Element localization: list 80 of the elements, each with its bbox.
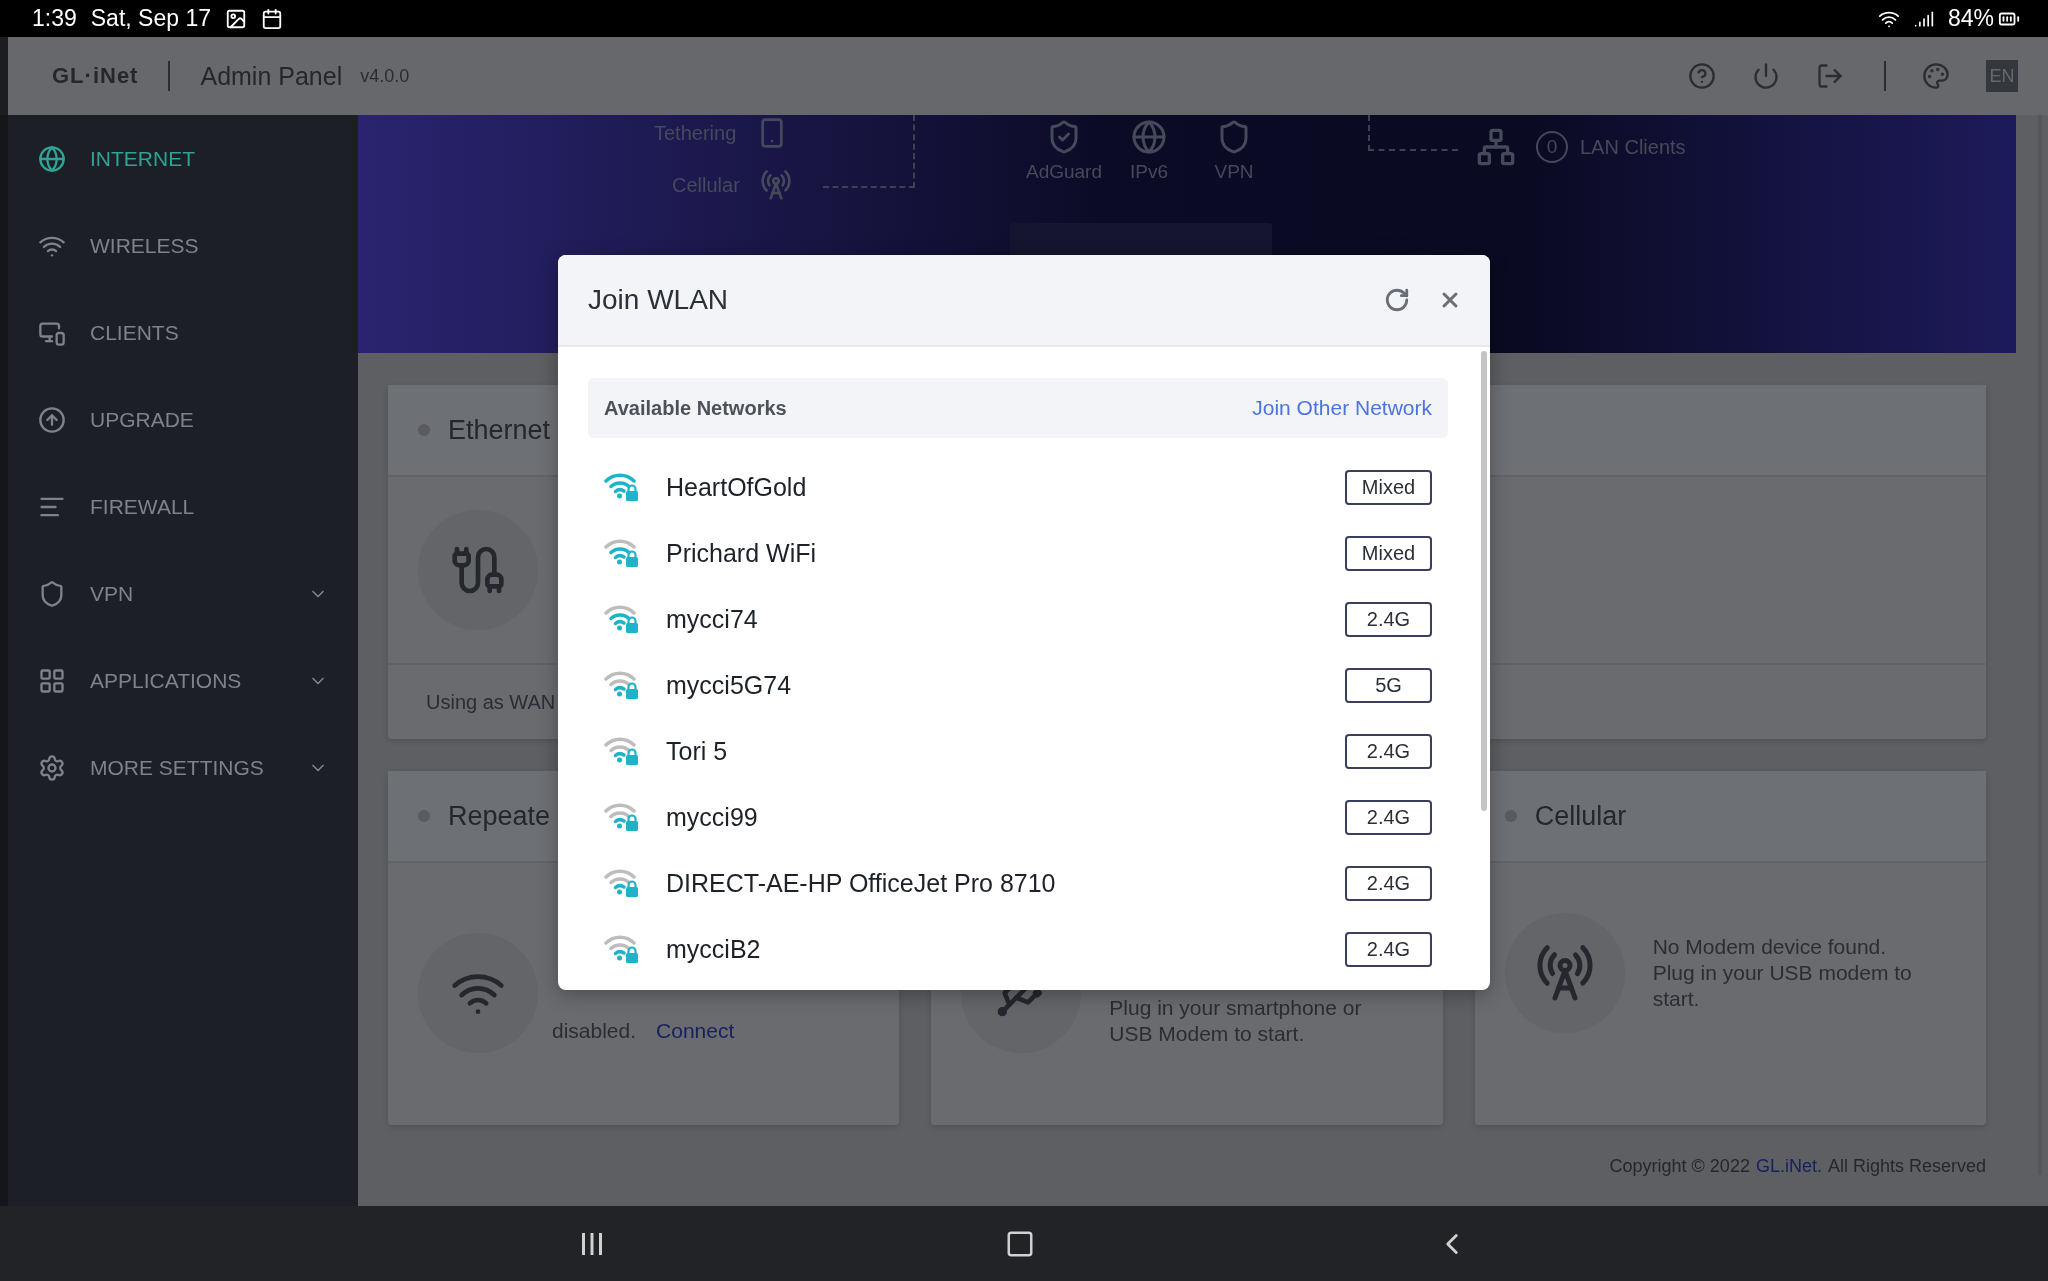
- logout-icon[interactable]: [1816, 62, 1844, 90]
- network-row[interactable]: mycci5G74 5G: [588, 652, 1448, 718]
- sidebar-label: MORE SETTINGS: [90, 755, 265, 780]
- card-title: Repeate: [448, 800, 551, 832]
- sidebar-label: VPN: [90, 581, 135, 606]
- sidebar-item[interactable]: UPGRADE: [8, 376, 358, 463]
- band-tag: 5G: [1345, 667, 1432, 703]
- help-icon[interactable]: [1688, 62, 1716, 90]
- lan-clients-label[interactable]: LAN Clients: [1580, 135, 1686, 159]
- band-tag: 2.4G: [1345, 931, 1432, 967]
- network-name: mycci5G74: [666, 670, 793, 700]
- dialog-title: Join WLAN: [588, 284, 730, 316]
- version-label: v4.0.0: [360, 65, 410, 87]
- sidebar-item[interactable]: INTERNET: [8, 115, 358, 202]
- repeater-status: disabled.: [552, 1018, 637, 1042]
- sidebar-item[interactable]: VPN: [8, 550, 358, 637]
- sidebar-label: WIRELESS: [90, 233, 200, 258]
- band-tag: 2.4G: [1345, 601, 1432, 637]
- refresh-button[interactable]: [1384, 287, 1410, 313]
- sidebar-label: UPGRADE: [90, 407, 195, 432]
- sidebar-label: APPLICATIONS: [90, 668, 243, 693]
- section-title: Available Networks: [604, 396, 787, 420]
- service-label: VPN: [1214, 161, 1254, 183]
- clock-time: 1:39: [32, 5, 77, 32]
- network-row[interactable]: Tori 5 2.4G: [588, 718, 1448, 784]
- network-name: mycci99: [666, 802, 759, 832]
- sidebar-item[interactable]: FIREWALL: [8, 463, 358, 550]
- band-tag: 2.4G: [1345, 799, 1432, 835]
- palette-icon[interactable]: [1922, 62, 1950, 90]
- calendar-icon: [260, 7, 283, 30]
- network-name: mycci74: [666, 604, 759, 634]
- sidebar-item[interactable]: MORE SETTINGS: [8, 724, 358, 811]
- status-date: Sat, Sep 17: [90, 5, 211, 32]
- copyright-text: Copyright © 2022: [1609, 1155, 1750, 1177]
- network-name: mycciB2: [666, 934, 762, 964]
- antenna-icon: [759, 169, 792, 201]
- band-tag: 2.4G: [1345, 733, 1432, 769]
- network-row[interactable]: mycciB2 2.4G: [588, 916, 1448, 982]
- client-count: 0: [1536, 131, 1568, 163]
- upload-icon: [38, 405, 66, 434]
- network-name: HeartOfGold: [666, 472, 808, 502]
- settings-icon: [38, 753, 66, 782]
- globe-icon: [38, 144, 66, 173]
- company-link[interactable]: GL.iNet.: [1755, 1155, 1822, 1177]
- network-name: DIRECT-AE-HP OfficeJet Pro 8710: [666, 868, 1057, 898]
- connect-link[interactable]: Connect: [656, 1018, 735, 1042]
- network-row[interactable]: mycci99 2.4G: [588, 784, 1448, 850]
- network-row[interactable]: HeartOfGold Mixed: [588, 454, 1448, 520]
- network-row[interactable]: mycci74 2.4G: [588, 586, 1448, 652]
- network-name: Tori 5: [666, 736, 729, 766]
- sidebar-label: CLIENTS: [90, 320, 180, 345]
- sidebar-label: FIREWALL: [90, 494, 196, 519]
- power-icon[interactable]: [1752, 62, 1780, 90]
- card-title: Ethernet: [448, 414, 551, 446]
- lan-icon: [1476, 127, 1516, 167]
- sidebar-label: INTERNET: [90, 146, 196, 171]
- recent-apps-icon[interactable]: [579, 1230, 605, 1257]
- sidebar-item[interactable]: CLIENTS: [8, 289, 358, 376]
- sidebar-item[interactable]: APPLICATIONS: [8, 637, 358, 724]
- card-title: Cellular: [1534, 800, 1627, 832]
- band-tag: Mixed: [1345, 469, 1432, 505]
- rights-text: All Rights Reserved: [1827, 1155, 1986, 1177]
- network-row[interactable]: Prichard WiFi Mixed: [588, 520, 1448, 586]
- brand-logo: GL·iNet: [52, 63, 139, 89]
- band-tag: Mixed: [1345, 535, 1432, 571]
- network-name: Prichard WiFi: [666, 538, 817, 568]
- tethering-message: Plug in your smartphone or USB Modem to start.: [1109, 994, 1363, 1047]
- network-row[interactable]: DIRECT-AE-HP OfficeJet Pro 8710 2.4G: [588, 850, 1448, 916]
- ethernet-status: Using as WAN: [426, 689, 556, 715]
- sidebar-item[interactable]: WIRELESS: [8, 202, 358, 289]
- service-label: AdGuard: [1025, 161, 1102, 183]
- band-tag: 2.4G: [1345, 865, 1432, 901]
- service-label: IPv6: [1130, 161, 1168, 183]
- join-other-network-link[interactable]: Join Other Network: [1252, 396, 1432, 420]
- globe-icon: [1131, 119, 1167, 155]
- battery-percent: 84%: [1947, 5, 1994, 32]
- cellular-message: No Modem device found. Plug in your USB modem to start.: [1652, 933, 1913, 1013]
- app-title: Admin Panel: [200, 61, 343, 91]
- grid-icon: [38, 666, 66, 695]
- image-icon: [224, 7, 247, 30]
